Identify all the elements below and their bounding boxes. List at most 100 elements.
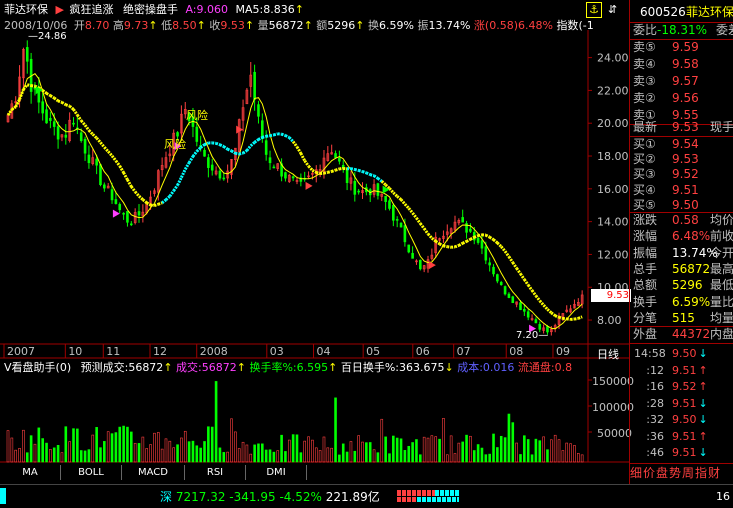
x-tick-label: 03 (270, 345, 284, 358)
up-down-arrow-icon[interactable]: ⇵ (608, 3, 617, 16)
ma-trend-segment (555, 316, 559, 318)
row-tail: 前收 (710, 228, 733, 245)
x-tick-label: 12 (153, 345, 167, 358)
volume-bar (115, 433, 117, 462)
volume-bar (254, 445, 256, 462)
index-label[interactable]: 指数 (556, 19, 578, 32)
tab-rsi[interactable]: RSI (185, 465, 246, 480)
ma-trend-segment (436, 241, 440, 244)
bottom-tabs[interactable]: 细价盘势周指财 (630, 465, 733, 482)
ma-trend-segment (355, 170, 359, 171)
ma-trend-segment (370, 175, 374, 176)
candle-body (26, 47, 28, 61)
ma-trend-segment (536, 296, 540, 301)
ma-trend-segment (405, 204, 409, 208)
volume-bar (454, 454, 456, 462)
menu-juemi[interactable]: 绝密操盘手 (123, 3, 178, 16)
volume-bar (458, 443, 460, 462)
volume-bar (80, 450, 82, 462)
row-value: 0.58 (672, 212, 699, 229)
volume-bar (338, 455, 340, 462)
triangle-right-icon[interactable]: ▶ (56, 3, 64, 16)
market-index[interactable]: 深 7217.32 -341.95 -4.52% 221.89亿 (160, 488, 380, 505)
candle-body (99, 165, 101, 185)
ma-trend-segment (497, 243, 501, 247)
menu-fengkuang[interactable]: 疯狂追涨 (69, 3, 113, 16)
candle-body (88, 155, 90, 163)
arrow-up-icon: ↑ (328, 361, 337, 374)
ma-trend-segment (235, 153, 239, 154)
ask-row: 卖④9.58 (630, 56, 733, 73)
kline-chart[interactable]: 24.0022.0020.0018.0016.0014.0012.0010.00… (0, 0, 630, 465)
tab-macd[interactable]: MACD (122, 465, 185, 480)
index-value: 7217.32 (176, 490, 226, 504)
volume-bar (265, 450, 267, 462)
chart-header: 菲达环保 ▶ 疯狂追涨 绝密操盘手 A:9.060 MA5:8.836↑ (4, 2, 304, 17)
ma-trend-segment (54, 98, 58, 101)
volume-bar (161, 449, 163, 462)
row-value: 56872 (672, 261, 710, 278)
ma-trend-segment (413, 213, 417, 218)
volume-bar (377, 453, 379, 462)
row-tail: 均量 (710, 310, 733, 327)
volume-bar (184, 431, 186, 462)
tab-ma[interactable]: MA (0, 465, 61, 480)
candle-body (404, 226, 406, 242)
candle-body (292, 177, 294, 178)
candle-body (523, 309, 525, 311)
tab-dmi[interactable]: DMI (246, 465, 307, 480)
stat-row: 振幅13.74%今开 (630, 245, 733, 262)
period-label[interactable]: 日线 (597, 346, 619, 362)
volume-bar (250, 454, 252, 462)
volume-bar (165, 439, 167, 462)
ma-trend-segment (181, 169, 185, 177)
row-value: 9.59 (672, 39, 699, 56)
tick-price: 9.50 (672, 347, 697, 360)
ask-row: 卖①9.55 (630, 107, 733, 124)
ma-trend-segment (312, 170, 316, 172)
volume-bar (234, 432, 236, 462)
candle-body (254, 72, 256, 99)
volume-bar (550, 440, 552, 462)
volume-bar (73, 429, 75, 462)
anchor-icon[interactable]: ⚓ (586, 2, 602, 18)
ma-trend-segment (517, 268, 521, 274)
x-tick-label: 07 (457, 345, 471, 358)
candle-body (396, 219, 398, 220)
candle-body (273, 167, 275, 168)
vol-title[interactable]: V看盘助手(0) (4, 361, 71, 374)
row-label: 卖③ (633, 73, 656, 90)
ma-trend-segment (162, 200, 166, 203)
volume-bar (246, 445, 248, 462)
candle-body (119, 204, 121, 209)
volume-bar (284, 451, 286, 462)
candle-body (408, 245, 410, 252)
ma-trend-segment (100, 142, 104, 147)
tab-boll[interactable]: BOLL (61, 465, 122, 480)
volume-bar (26, 453, 28, 462)
volume-bar (319, 450, 321, 462)
ma-trend-segment (459, 243, 463, 245)
ma-trend-segment (58, 101, 62, 102)
row-label: 总手 (633, 261, 657, 278)
weibi-value: -18.31% (657, 22, 707, 39)
row-value: 9.57 (672, 73, 699, 90)
candle-body (392, 205, 394, 220)
volume-bar (481, 448, 483, 462)
candle-body (46, 110, 48, 123)
ma-trend-segment (447, 247, 451, 248)
ma-trend-segment (428, 234, 432, 238)
ma-trend-segment (559, 317, 563, 318)
row-label: 卖① (633, 107, 656, 124)
stock-name[interactable]: 菲达环保 (4, 3, 48, 16)
ma-trend-segment (501, 247, 505, 252)
candle-body (223, 178, 225, 179)
volume-bar (431, 436, 433, 462)
ma-trend-segment (544, 305, 548, 309)
vol-axis-100000: 100000 (592, 401, 634, 414)
tick-row: :289.51↓ (634, 395, 708, 412)
ma-trend-segment (486, 235, 490, 237)
market-label: 深 (160, 490, 172, 504)
volume-bar (300, 453, 302, 462)
ma-trend-segment (50, 96, 54, 98)
